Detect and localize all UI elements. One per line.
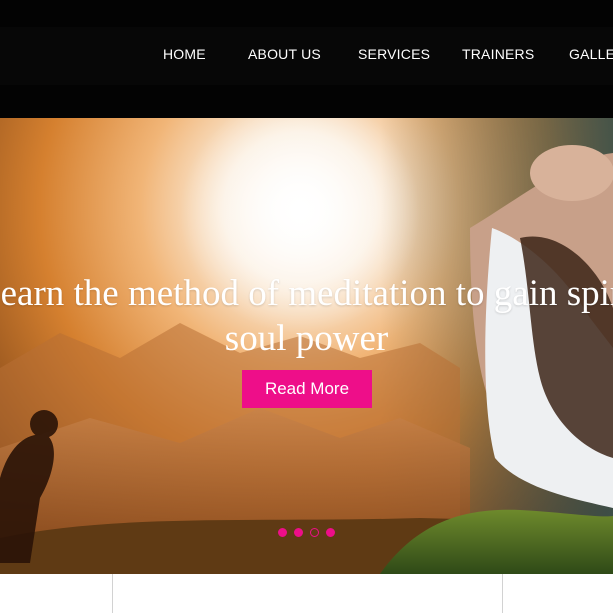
read-more-button[interactable]: Read More	[242, 370, 372, 408]
content-section-top	[0, 574, 613, 613]
nav-services[interactable]: SERVICES	[358, 46, 430, 62]
column-divider	[112, 574, 113, 613]
hero-slider: Learn the method of meditation to gain s…	[0, 118, 613, 574]
hero-title-text: Learn the method of meditation to gain s…	[0, 273, 613, 314]
slider-dot-3-active[interactable]	[310, 528, 319, 537]
header-bar: HOME ABOUT US SERVICES TRAINERS GALLERY	[0, 0, 613, 118]
slider-dot-1[interactable]	[278, 528, 287, 537]
column-divider	[502, 574, 503, 613]
hero-subtitle: soul power	[224, 318, 389, 359]
slider-dot-4[interactable]	[326, 528, 335, 537]
nav-gallery[interactable]: GALLERY	[569, 46, 613, 62]
nav-home[interactable]: HOME	[163, 46, 206, 62]
nav-about-us[interactable]: ABOUT US	[248, 46, 321, 62]
slider-dot-2[interactable]	[294, 528, 303, 537]
main-nav: HOME ABOUT US SERVICES TRAINERS GALLERY	[0, 46, 613, 66]
nav-trainers[interactable]: TRAINERS	[462, 46, 534, 62]
hero-title: Learn the method of meditation to gain s…	[0, 272, 613, 314]
